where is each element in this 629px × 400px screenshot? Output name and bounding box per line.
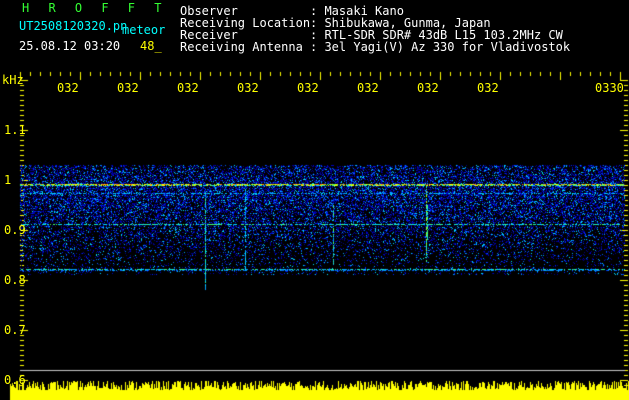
y-tick-label: 0.7: [4, 323, 26, 337]
time-label: 032: [477, 81, 499, 95]
time-label: 032: [357, 81, 379, 95]
y-tick-label: 1: [4, 173, 12, 187]
time-label: 032: [237, 81, 259, 95]
app-title: H R O F F T: [22, 1, 168, 15]
y-tick-label: 0.8: [4, 273, 26, 287]
time-label: 032: [297, 81, 319, 95]
datetime-label: 25.08.12 03:20: [19, 39, 121, 53]
mode-label: meteor: [122, 23, 166, 37]
count-label: 48_: [140, 39, 162, 53]
antenna-value: : 3el Yagi(V) Az 330 for Vladivostok: [310, 40, 571, 54]
time-label: 032: [57, 81, 79, 95]
y-tick-label: 0.6: [4, 373, 26, 387]
time-label: 0330: [595, 81, 624, 95]
time-label: 032: [177, 81, 199, 95]
y-tick-label: 1.1: [4, 123, 26, 137]
time-label: 032: [117, 81, 139, 95]
axis-unit: kHz: [2, 73, 24, 87]
filename-label: UT2508120320.pn: [19, 19, 128, 33]
spectrogram-canvas: [0, 0, 629, 400]
antenna-label: Receiving Antenna: [180, 40, 303, 54]
time-label: 032: [417, 81, 439, 95]
y-tick-label: 0.9: [4, 223, 26, 237]
